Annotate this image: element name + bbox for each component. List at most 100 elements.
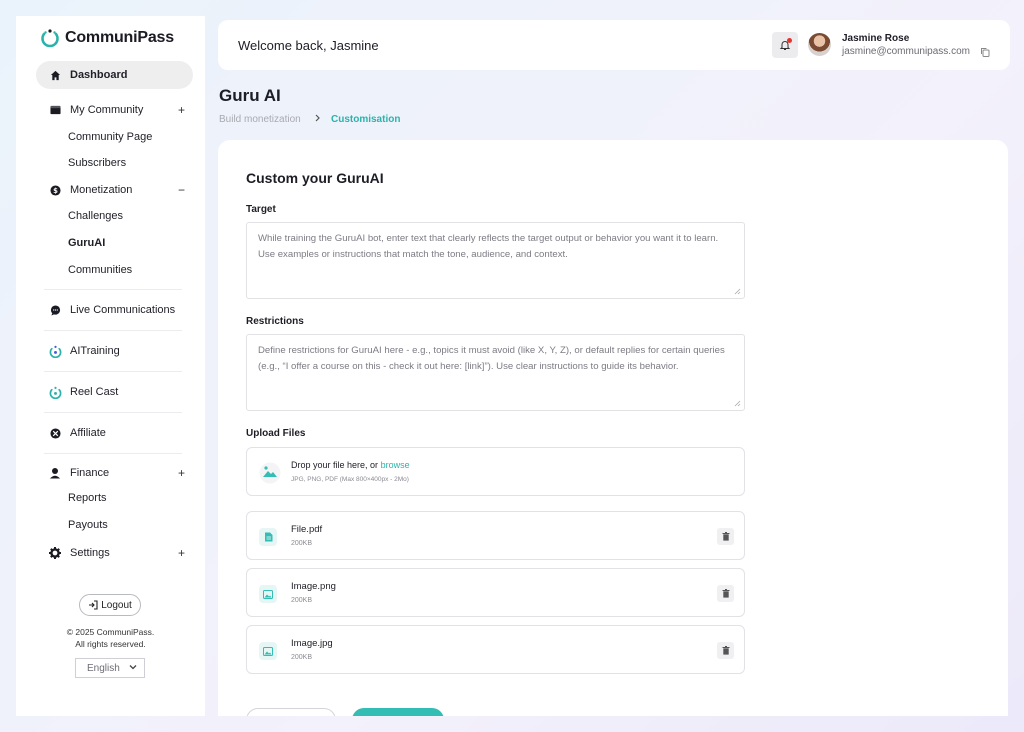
welcome-message: Welcome back, Jasmine bbox=[238, 38, 379, 53]
reel-cast-icon bbox=[48, 385, 62, 399]
sidebar-item-my-community[interactable]: My Community + bbox=[36, 96, 193, 124]
sidebar-item-finance[interactable]: Finance + bbox=[36, 459, 193, 487]
sidebar-item-label: Monetization bbox=[70, 184, 133, 196]
dollar-coin-icon: $ bbox=[48, 183, 62, 197]
restrictions-placeholder: Define restrictions for GuruAI here - e.… bbox=[258, 345, 725, 372]
sidebar-subitem-challenges[interactable]: Challenges bbox=[68, 210, 123, 222]
top-header: Welcome back, Jasmine Jasmine Rose jasmi… bbox=[218, 20, 1010, 70]
sidebar-subitem-reports[interactable]: Reports bbox=[68, 492, 107, 504]
delete-file-button[interactable] bbox=[717, 528, 734, 545]
sidebar-subitem-guruai[interactable]: GuruAI bbox=[68, 237, 105, 249]
primary-button[interactable] bbox=[352, 708, 444, 716]
drop-text: Drop your file here, or bbox=[291, 460, 379, 470]
sidebar-item-label: Settings bbox=[70, 547, 110, 559]
trash-icon bbox=[722, 532, 729, 541]
sidebar-subitem-subscribers[interactable]: Subscribers bbox=[68, 157, 126, 169]
gear-icon bbox=[48, 546, 62, 560]
logout-label: Logout bbox=[101, 599, 132, 611]
file-size: 200KB bbox=[291, 597, 313, 604]
divider bbox=[44, 453, 182, 454]
resize-grip-icon[interactable] bbox=[734, 288, 741, 295]
sidebar-item-label: Live Communications bbox=[70, 304, 176, 316]
logo[interactable]: CommuniPass bbox=[40, 28, 174, 48]
notification-button[interactable] bbox=[772, 32, 798, 58]
file-size: 200KB bbox=[291, 540, 313, 547]
trash-icon bbox=[722, 646, 729, 655]
copyright-line: All rights reserved. bbox=[75, 639, 146, 649]
restrictions-textarea[interactable]: Define restrictions for GuruAI here - e.… bbox=[246, 334, 745, 411]
drop-instruction: Drop your file here, or browse bbox=[291, 460, 410, 470]
target-placeholder: While training the GuruAI bot, enter tex… bbox=[258, 233, 719, 260]
sidebar-item-label: AITraining bbox=[70, 345, 120, 357]
copyright: © 2025 CommuniPass. All rights reserved. bbox=[16, 626, 205, 650]
file-dropzone[interactable]: Drop your file here, or browse JPG, PNG,… bbox=[246, 447, 745, 496]
customisation-card: Custom your GuruAI Target While training… bbox=[218, 140, 1008, 716]
language-select[interactable]: English bbox=[75, 658, 145, 678]
notification-dot bbox=[787, 38, 792, 43]
expand-plus-icon[interactable]: + bbox=[178, 466, 185, 480]
secondary-button[interactable] bbox=[246, 708, 336, 716]
target-textarea[interactable]: While training the GuruAI bot, enter tex… bbox=[246, 222, 745, 299]
divider bbox=[44, 412, 182, 413]
sidebar-item-label: Finance bbox=[70, 467, 110, 479]
file-name: Image.jpg bbox=[291, 638, 333, 649]
file-size: 200KB bbox=[291, 654, 313, 661]
delete-file-button[interactable] bbox=[717, 642, 734, 659]
image-upload-icon bbox=[259, 462, 281, 484]
expand-plus-icon[interactable]: + bbox=[178, 546, 185, 560]
ai-brand-icon bbox=[48, 344, 62, 358]
browse-link[interactable]: browse bbox=[381, 460, 410, 470]
divider bbox=[44, 289, 182, 290]
file-row: Image.png 200KB bbox=[246, 568, 745, 617]
file-row: File.pdf 200KB bbox=[246, 511, 745, 560]
delete-file-button[interactable] bbox=[717, 585, 734, 602]
form-title: Custom your GuruAI bbox=[246, 170, 384, 186]
sidebar-subitem-community-page[interactable]: Community Page bbox=[68, 131, 152, 143]
sidebar-item-settings[interactable]: Settings + bbox=[36, 539, 193, 567]
file-name: File.pdf bbox=[291, 524, 323, 535]
chevron-right-icon bbox=[315, 114, 320, 122]
breadcrumb-parent[interactable]: Build monetization bbox=[219, 114, 301, 125]
affiliate-icon bbox=[48, 426, 62, 440]
image-file-icon bbox=[259, 642, 277, 660]
logout-button[interactable]: Logout bbox=[79, 594, 141, 616]
file-name: Image.png bbox=[291, 581, 336, 592]
sidebar-item-label: Reel Cast bbox=[70, 386, 119, 398]
avatar[interactable] bbox=[808, 33, 831, 56]
breadcrumb-current: Customisation bbox=[331, 114, 401, 125]
image-file-icon bbox=[259, 585, 277, 603]
divider bbox=[44, 371, 182, 372]
sidebar-item-monetization[interactable]: $ Monetization − bbox=[36, 176, 193, 204]
sidebar-item-label: My Community bbox=[70, 104, 144, 116]
user-email: jasmine@communipass.com bbox=[842, 46, 970, 57]
upload-hint: JPG, PNG, PDF (Max 800×400px - 2Mo) bbox=[291, 476, 409, 483]
sidebar-item-affiliate[interactable]: Affiliate bbox=[36, 419, 193, 447]
collapse-minus-icon[interactable]: − bbox=[178, 183, 185, 197]
sidebar-subitem-communities[interactable]: Communities bbox=[68, 264, 132, 276]
svg-text:$: $ bbox=[53, 186, 58, 194]
sidebar-item-live-communications[interactable]: Live Communications bbox=[36, 296, 193, 324]
chevron-down-icon bbox=[129, 665, 137, 670]
logout-icon bbox=[89, 600, 98, 610]
sidebar-item-reel-cast[interactable]: Reel Cast bbox=[36, 378, 193, 406]
sidebar-subitem-payouts[interactable]: Payouts bbox=[68, 519, 108, 531]
chat-bubble-icon bbox=[48, 303, 62, 317]
resize-grip-icon[interactable] bbox=[734, 400, 741, 407]
sidebar-item-dashboard[interactable]: Dashboard bbox=[36, 61, 193, 89]
copy-icon[interactable] bbox=[980, 47, 990, 57]
language-value: English bbox=[87, 662, 120, 674]
sidebar-item-ai-training[interactable]: AITraining bbox=[36, 337, 193, 365]
trash-icon bbox=[722, 589, 729, 598]
restrictions-label: Restrictions bbox=[246, 316, 304, 327]
brand-name: CommuniPass bbox=[65, 29, 174, 46]
expand-plus-icon[interactable]: + bbox=[178, 103, 185, 117]
sidebar-item-label: Affiliate bbox=[70, 427, 106, 439]
home-icon bbox=[48, 68, 62, 82]
page-title: Guru AI bbox=[219, 86, 281, 105]
file-row: Image.jpg 200KB bbox=[246, 625, 745, 674]
upload-label: Upload Files bbox=[246, 428, 306, 439]
pdf-file-icon bbox=[259, 528, 277, 546]
folder-icon bbox=[48, 103, 62, 117]
sidebar: CommuniPass Dashboard My Community + Com… bbox=[16, 16, 205, 716]
communipass-logo-icon bbox=[41, 29, 59, 48]
